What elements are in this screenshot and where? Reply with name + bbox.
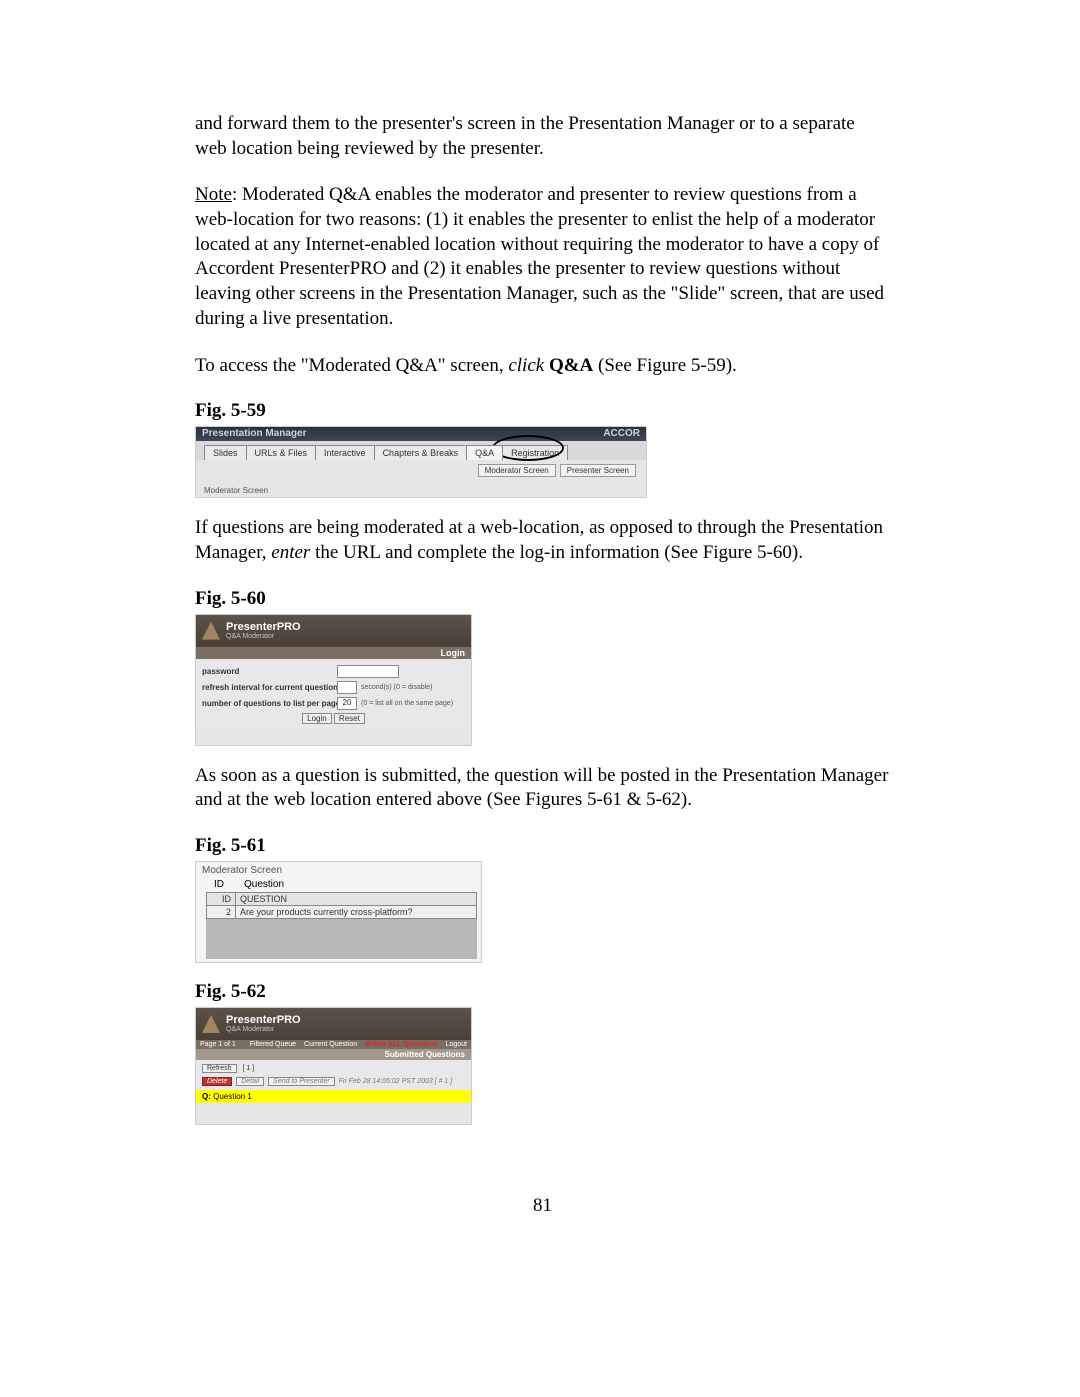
- nav-delete-all[interactable]: Delete ALL Questions: [365, 1041, 437, 1048]
- p4-part-italic: enter: [271, 542, 310, 563]
- th-id: ID: [207, 892, 236, 905]
- paragraph-intro: and forward them to the presenter's scre…: [195, 112, 890, 161]
- app-name: PresenterPRO: [226, 1015, 301, 1026]
- p3-part-a: To access the "Moderated Q&A" screen,: [195, 355, 508, 376]
- p3-part-bold: Q&A: [549, 355, 593, 376]
- th-question: QUESTION: [236, 892, 477, 905]
- password-label: password: [202, 667, 337, 676]
- fig-60-label: Fig. 5-60: [195, 588, 890, 610]
- tab-registration[interactable]: Registration: [502, 445, 568, 460]
- refresh-button[interactable]: Refresh: [202, 1064, 237, 1073]
- cell-question: Are your products currently cross-platfo…: [236, 905, 477, 918]
- fig-59: Presentation Manager ACCOR Slides URLs &…: [195, 426, 647, 498]
- page-number: 81: [195, 1195, 890, 1217]
- tab-slides[interactable]: Slides: [204, 445, 247, 460]
- fig-61: Moderator Screen ID Question ID QUESTION…: [195, 861, 482, 963]
- tab-chapters-breaks[interactable]: Chapters & Breaks: [374, 445, 468, 460]
- moderator-screen-heading: Moderator Screen: [196, 862, 481, 879]
- login-button[interactable]: Login: [302, 713, 332, 724]
- page-indicator: Page 1 of 1: [200, 1041, 236, 1048]
- empty-area: [206, 919, 477, 959]
- per-page-input[interactable]: 20: [337, 697, 357, 710]
- question-row: Q: Question 1: [196, 1090, 471, 1103]
- fig-60: PresenterPRO Q&A Moderator Login passwor…: [195, 614, 472, 746]
- nav-current-question[interactable]: Current Question: [304, 1041, 357, 1048]
- reset-button[interactable]: Reset: [334, 713, 365, 724]
- fig59-brand: ACCOR: [603, 427, 640, 441]
- questions-table: ID QUESTION 2 Are your products currentl…: [206, 892, 477, 919]
- fig-61-label: Fig. 5-61: [195, 835, 890, 857]
- app-subtitle: Q&A Moderator: [226, 633, 301, 640]
- q-label: Q:: [202, 1092, 211, 1101]
- login-heading: Login: [196, 647, 471, 659]
- app-subtitle: Q&A Moderator: [226, 1026, 301, 1033]
- p3-part-italic: click: [508, 355, 549, 376]
- pager-text: [ 1 ]: [243, 1065, 255, 1072]
- submitted-questions-heading: Submitted Questions: [196, 1049, 471, 1060]
- tab-qa[interactable]: Q&A: [466, 445, 503, 460]
- table-row[interactable]: 2 Are your products currently cross-plat…: [207, 905, 477, 918]
- p3-part-c: (See Figure 5-59).: [593, 355, 737, 376]
- refresh-interval-input[interactable]: [337, 681, 357, 694]
- paragraph-access: To access the "Moderated Q&A" screen, cl…: [195, 354, 890, 379]
- note-body: : Moderated Q&A enables the moderator an…: [195, 184, 884, 328]
- nav-filtered-queue[interactable]: Filtered Queue: [250, 1041, 296, 1048]
- col-header-id: ID: [214, 879, 244, 890]
- tab-urls-files[interactable]: URLs & Files: [246, 445, 317, 460]
- paragraph-url-login: If questions are being moderated at a we…: [195, 516, 890, 565]
- fig-62: PresenterPRO Q&A Moderator Page 1 of 1 F…: [195, 1007, 472, 1125]
- note-label: Note: [195, 184, 232, 205]
- send-to-presenter-button[interactable]: Send to Presenter: [268, 1077, 334, 1086]
- tab-interactive[interactable]: Interactive: [315, 445, 375, 460]
- refresh-interval-hint: second(s) (0 = disable): [361, 684, 432, 691]
- moderator-screen-button[interactable]: Moderator Screen: [478, 464, 556, 477]
- paragraph-submitted: As soon as a question is submitted, the …: [195, 764, 890, 813]
- presenterpro-logo-icon: [202, 622, 220, 640]
- refresh-interval-label: refresh interval for current question: [202, 683, 337, 692]
- password-input[interactable]: [337, 665, 399, 678]
- detail-button[interactable]: Detail: [236, 1077, 264, 1086]
- delete-button[interactable]: Delete: [202, 1077, 232, 1086]
- per-page-hint: (0 = list all on the same page): [361, 700, 453, 707]
- moderator-screen-label: Moderator Screen: [204, 486, 268, 495]
- timestamp-text: Fri Feb 28 14:05:02 PST 2003 [ # 1 ]: [339, 1078, 453, 1085]
- cell-id: 2: [207, 905, 236, 918]
- fig59-window-title: Presentation Manager: [202, 427, 306, 441]
- presenterpro-logo-icon: [202, 1015, 220, 1033]
- per-page-label: number of questions to list per page: [202, 699, 337, 708]
- q-text: Question 1: [211, 1092, 252, 1101]
- paragraph-note: Note: Moderated Q&A enables the moderato…: [195, 183, 890, 331]
- col-header-question: Question: [244, 879, 284, 890]
- presenter-screen-button[interactable]: Presenter Screen: [560, 464, 636, 477]
- app-name: PresenterPRO: [226, 622, 301, 633]
- fig-62-label: Fig. 5-62: [195, 981, 890, 1003]
- p4-part-b: the URL and complete the log-in informat…: [310, 542, 803, 563]
- nav-logout[interactable]: Logout: [446, 1041, 467, 1048]
- fig-59-label: Fig. 5-59: [195, 400, 890, 422]
